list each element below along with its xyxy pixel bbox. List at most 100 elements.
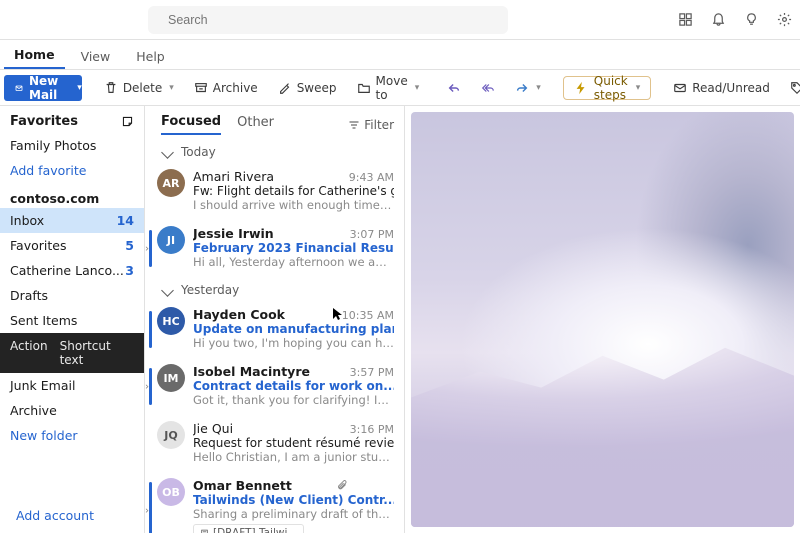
message-item[interactable]: › OB Omar Bennett Tailwinds (New Client)… bbox=[145, 472, 404, 533]
new-mail-dropdown[interactable]: ▾ bbox=[75, 75, 82, 101]
forward-icon bbox=[515, 81, 529, 95]
search-input[interactable] bbox=[166, 12, 498, 28]
search-box[interactable] bbox=[148, 6, 508, 34]
message-item[interactable]: JQ Jie Qui3:16 PM Request for student ré… bbox=[145, 415, 404, 472]
avatar: HC bbox=[157, 307, 185, 335]
new-mail-label: New Mail bbox=[29, 74, 64, 102]
message-body: Hayden Cook10:35 AM Update on manufactur… bbox=[193, 307, 394, 350]
message-preview: Hi you two, I'm hoping you can help me bbox=[193, 336, 394, 350]
nav-folder[interactable]: Drafts bbox=[0, 283, 144, 308]
tab-help[interactable]: Help bbox=[126, 44, 175, 69]
attachment-icon bbox=[336, 479, 347, 490]
titlebar bbox=[0, 0, 800, 40]
reply-icon bbox=[447, 81, 461, 95]
quick-steps-button[interactable]: Quick steps▾ bbox=[563, 76, 651, 100]
settings-gear-icon[interactable] bbox=[777, 12, 792, 27]
forward-button[interactable]: ▾ bbox=[509, 75, 547, 101]
tab-view[interactable]: View bbox=[71, 44, 121, 69]
folder-label: Junk Email bbox=[10, 378, 75, 393]
reply-button[interactable] bbox=[441, 75, 467, 101]
folder-nav: Favorites Family Photos Add favorite con… bbox=[0, 106, 145, 533]
message-preview: Got it, thank you for clarifying! In tha… bbox=[193, 393, 394, 407]
tips-icon[interactable] bbox=[744, 12, 759, 27]
reading-pane bbox=[405, 106, 800, 533]
reply-all-icon bbox=[481, 81, 495, 95]
message-from: Isobel Macintyre bbox=[193, 364, 310, 379]
avatar: AR bbox=[157, 169, 185, 197]
expand-thread-icon[interactable]: › bbox=[145, 243, 149, 254]
expand-thread-icon[interactable]: › bbox=[145, 506, 149, 517]
message-from: Jessie Irwin bbox=[193, 226, 274, 241]
message-item[interactable]: › IM Isobel Macintyre3:57 PM Contract de… bbox=[145, 358, 404, 415]
message-body: Amari Rivera9:43 AM Fw: Flight details f… bbox=[193, 169, 394, 212]
nav-folder[interactable]: Inbox 14 bbox=[0, 208, 144, 233]
message-time: 3:07 PM bbox=[350, 228, 394, 241]
nav-folder[interactable]: Favorites5 bbox=[0, 233, 144, 258]
nav-family-photos[interactable]: Family Photos bbox=[0, 133, 144, 158]
message-item[interactable]: › JI Jessie Irwin3:07 PM February 2023 F… bbox=[145, 220, 404, 277]
sweep-icon bbox=[278, 81, 292, 95]
avatar: JQ bbox=[157, 421, 185, 449]
delete-button[interactable]: Delete▾ bbox=[98, 75, 180, 101]
folder-count: 14 bbox=[117, 213, 134, 228]
message-preview: Hello Christian, I am a junior studying … bbox=[193, 450, 394, 464]
message-subject: Contract details for work on... (3) bbox=[193, 379, 394, 393]
folder-label: Inbox bbox=[10, 213, 44, 228]
sweep-button[interactable]: Sweep bbox=[272, 75, 343, 101]
message-from: Jie Qui bbox=[193, 421, 233, 436]
reply-all-button[interactable] bbox=[475, 75, 501, 101]
new-folder-link[interactable]: New folder bbox=[0, 423, 144, 448]
folder-move-icon bbox=[357, 81, 371, 95]
tag-button[interactable]: ▾ bbox=[784, 75, 800, 101]
nav-folder[interactable]: Junk Email bbox=[0, 373, 144, 398]
message-time: 10:35 AM bbox=[342, 309, 394, 322]
nav-folder[interactable]: Sent Items bbox=[0, 308, 144, 333]
expand-thread-icon[interactable]: › bbox=[145, 381, 149, 392]
message-item[interactable]: HC Hayden Cook10:35 AM Update on manufac… bbox=[145, 301, 404, 358]
archive-label: Archive bbox=[213, 81, 258, 95]
nav-folder[interactable]: Archive bbox=[0, 398, 144, 423]
focused-tab[interactable]: Focused bbox=[161, 114, 221, 135]
filter-icon bbox=[348, 119, 360, 131]
lightning-icon bbox=[574, 81, 588, 95]
titlebar-actions bbox=[678, 12, 792, 27]
action-shortcut-bar[interactable]: Action Shortcut text bbox=[0, 333, 144, 373]
message-group-header[interactable]: Today bbox=[145, 139, 404, 163]
message-body: Jessie Irwin3:07 PM February 2023 Financ… bbox=[193, 226, 394, 269]
action-label: Action bbox=[10, 339, 48, 367]
sticky-note-icon[interactable] bbox=[121, 115, 134, 128]
main-tabs: Home View Help bbox=[0, 40, 800, 70]
folder-label: Catherine Lanco... bbox=[10, 263, 124, 278]
message-body: Isobel Macintyre3:57 PM Contract details… bbox=[193, 364, 394, 407]
folder-label: Sent Items bbox=[10, 313, 77, 328]
message-item[interactable]: AR Amari Rivera9:43 AM Fw: Flight detail… bbox=[145, 163, 404, 220]
favorites-header[interactable]: Favorites bbox=[0, 110, 144, 133]
calendar-tile-icon[interactable] bbox=[678, 12, 693, 27]
message-body: Omar Bennett Tailwinds (New Client) Cont… bbox=[193, 478, 394, 533]
add-account-link[interactable]: Add account bbox=[0, 498, 144, 533]
message-list: Focused Other Filter Today AR Amari Rive… bbox=[145, 106, 405, 533]
draft-chip: [DRAFT] Tailwi... bbox=[193, 524, 304, 533]
archive-button[interactable]: Archive bbox=[188, 75, 264, 101]
tag-icon bbox=[790, 81, 800, 95]
filter-button[interactable]: Filter bbox=[348, 118, 394, 132]
ribbon: New Mail ▾ Delete▾ Archive Sweep Move to… bbox=[0, 70, 800, 106]
new-mail-button[interactable]: New Mail bbox=[4, 75, 75, 101]
favorites-label: Favorites bbox=[10, 114, 78, 129]
add-favorite-link[interactable]: Add favorite bbox=[0, 158, 144, 183]
message-time: 9:43 AM bbox=[349, 171, 394, 184]
move-to-label: Move to bbox=[376, 74, 408, 102]
folder-label: Archive bbox=[10, 403, 57, 418]
read-unread-button[interactable]: Read/Unread bbox=[667, 75, 776, 101]
other-tab[interactable]: Other bbox=[237, 115, 274, 134]
avatar: OB bbox=[157, 478, 185, 506]
reading-pane-background bbox=[411, 112, 794, 527]
message-preview: Sharing a preliminary draft of the lates… bbox=[193, 507, 394, 521]
tab-home[interactable]: Home bbox=[4, 42, 65, 69]
notifications-icon[interactable] bbox=[711, 12, 726, 27]
folder-label: Favorites bbox=[10, 238, 66, 253]
move-to-button[interactable]: Move to▾ bbox=[351, 75, 426, 101]
account-header[interactable]: contoso.com bbox=[0, 183, 144, 208]
message-group-header[interactable]: Yesterday bbox=[145, 277, 404, 301]
nav-folder[interactable]: Catherine Lanco...3 bbox=[0, 258, 144, 283]
